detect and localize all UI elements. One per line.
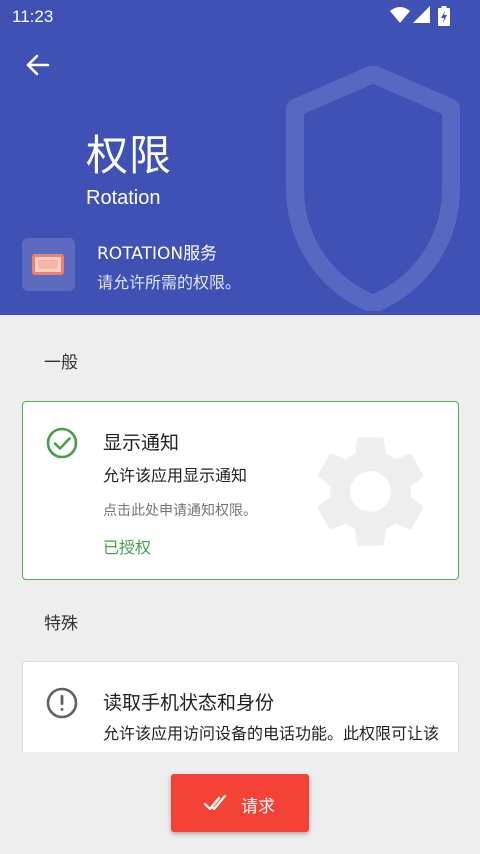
- wifi-icon: [390, 6, 410, 28]
- alert-circle-icon: [46, 687, 78, 719]
- app-subtitle: Rotation: [86, 187, 161, 209]
- app-bar-header: 11:23 权限 Rotation ROTATION服务 请允许所需的权限。: [0, 0, 480, 315]
- check-circle-icon: [46, 427, 78, 459]
- status-time: 11:23: [12, 7, 54, 26]
- app-icon: [22, 238, 75, 291]
- permission-title: 显示通知: [103, 432, 180, 454]
- cell-signal-icon: [413, 6, 431, 28]
- rotation-screen-icon: [32, 254, 64, 275]
- request-button[interactable]: 请求: [171, 774, 309, 832]
- section-label-special: 特殊: [44, 614, 78, 634]
- status-bar: 11:23: [0, 0, 480, 34]
- service-name: ROTATION服务: [97, 244, 218, 264]
- service-description: 请允许所需的权限。: [97, 273, 242, 292]
- permission-status: 已授权: [103, 538, 152, 557]
- page-title: 权限: [86, 131, 173, 180]
- back-button[interactable]: [20, 50, 56, 80]
- permission-summary: 允许该应用显示通知: [103, 466, 248, 485]
- settings-gear-icon: [317, 437, 424, 546]
- permission-title: 读取手机状态和身份: [103, 692, 275, 714]
- arrow-back-icon: [26, 54, 50, 76]
- request-button-label: 请求: [241, 797, 275, 817]
- shield-icon: [286, 66, 460, 311]
- permission-card-notification[interactable]: 显示通知 允许该应用显示通知 点击此处申请通知权限。 已授权: [22, 401, 459, 580]
- permission-hint: 点击此处申请通知权限。: [103, 503, 257, 519]
- double-check-icon: [203, 794, 227, 811]
- section-label-general: 一般: [44, 353, 78, 373]
- battery-charging-icon: [438, 6, 450, 30]
